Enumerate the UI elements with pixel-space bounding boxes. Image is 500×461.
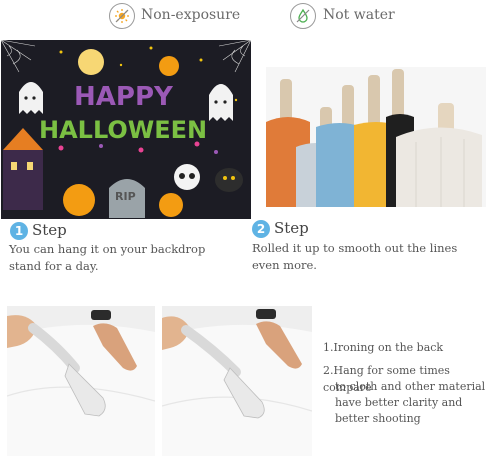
step-1-text-line2: stand for a day.	[9, 259, 99, 273]
halloween-title: HALLOWEEN	[39, 116, 207, 144]
step-2-number: 2	[252, 220, 270, 238]
note-hang-line3: have better clarity and	[335, 396, 463, 409]
step-2-text-line2: even more.	[252, 258, 317, 272]
non-exposure-label: Non-exposure	[141, 7, 241, 23]
note-ironing: 1.Ironing on the back	[323, 341, 444, 354]
non-exposure-icon	[109, 3, 135, 29]
rip-text: RIP	[115, 190, 136, 203]
ironing-photo-2	[162, 306, 312, 456]
note-hang-line2: to cloth and other material	[335, 380, 486, 393]
not-water-label: Not water	[323, 7, 395, 23]
not-water-icon	[290, 3, 316, 29]
step-1-number: 1	[10, 222, 28, 240]
happy-title: HAPPY	[74, 82, 174, 112]
halloween-backdrop-image: HAPPY HALLOWEEN RIP	[1, 40, 251, 219]
step-1-title: Step	[32, 221, 67, 239]
step-2-text-line1: Rolled it up to smooth out the lines	[252, 241, 458, 255]
note-hang-line4: better shooting	[335, 412, 421, 425]
fabric-rolls-image	[266, 67, 486, 207]
step-2-title: Step	[274, 219, 309, 237]
step-1-text-line1: You can hang it on your backdrop	[9, 242, 206, 256]
ironing-photo-1	[7, 306, 155, 456]
